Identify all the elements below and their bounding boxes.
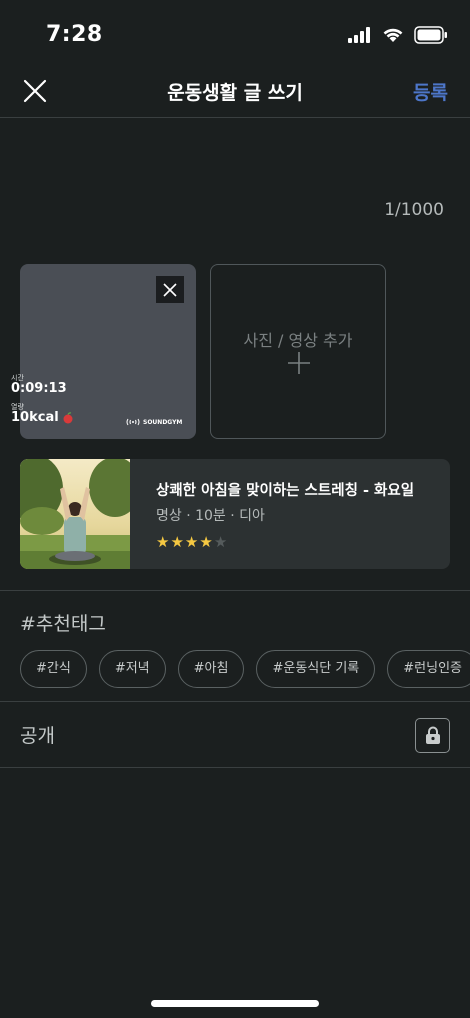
workout-title: 상쾌한 아침을 맞이하는 스트레칭 - 화요일 [156,483,415,499]
lock-icon [425,726,440,744]
media-kcal-value: 10kcal [11,410,74,425]
media-time-value: 0:09:13 [11,381,67,396]
media-kcal-text: 10kcal [11,410,59,425]
recommended-tags-title: #추천태그 [20,613,106,635]
submit-button[interactable]: 등록 [413,78,448,105]
star-filled-icon: ★ [199,533,213,551]
soundwave-icon [126,418,140,426]
tag-chip[interactable]: #운동식단 기록 [256,650,376,688]
tag-chip[interactable]: #런닝인증 [387,650,470,688]
page-title: 운동생활 글 쓰기 [167,82,303,104]
visibility-label: 공개 [20,725,55,747]
home-indicator [151,1000,319,1007]
divider [0,701,470,702]
status-icons [348,26,448,44]
tag-chip[interactable]: #저녁 [98,650,166,688]
star-filled-icon: ★ [184,533,199,551]
status-bar: 7:28 [0,0,470,72]
cellular-signal-icon [348,27,370,43]
plus-icon [288,352,310,374]
tag-chip[interactable]: #간식 [20,650,87,688]
rating-stars: ★ ★ ★ ★ ★ [156,535,227,550]
nav-bar: 운동생활 글 쓰기 등록 [0,72,470,118]
add-media-button[interactable]: 사진 / 영상 추가 [210,264,386,439]
tag-chip[interactable]: #아침 [177,650,245,688]
star-filled-icon: ★ [156,533,170,551]
star-empty-icon: ★ [213,533,228,551]
battery-icon [414,26,447,44]
workout-thumbnail [20,459,130,569]
star-filled-icon: ★ [170,533,184,551]
divider [0,590,470,591]
divider [0,767,470,768]
workout-card[interactable]: 상쾌한 아침을 맞이하는 스트레칭 - 화요일 명상 · 10분 · 디아 ★ ★… [20,459,450,569]
soundgym-brand-text: SOUNDGYM [143,418,183,426]
add-media-label: 사진 / 영상 추가 [243,331,353,350]
wifi-icon [383,28,403,42]
remove-media-button[interactable] [156,276,184,303]
soundgym-logo: SOUNDGYM [126,418,182,426]
tags-row: #간식 #저녁 #아침 #운동식단 기록 #런닝인증 [20,650,470,688]
close-icon [163,282,177,297]
apple-icon [63,411,73,423]
status-time: 7:28 [46,22,103,47]
character-counter: 1/1000 [384,200,444,220]
visibility-toggle-button[interactable] [415,718,450,753]
workout-meta: 명상 · 10분 · 디아 [156,508,265,524]
